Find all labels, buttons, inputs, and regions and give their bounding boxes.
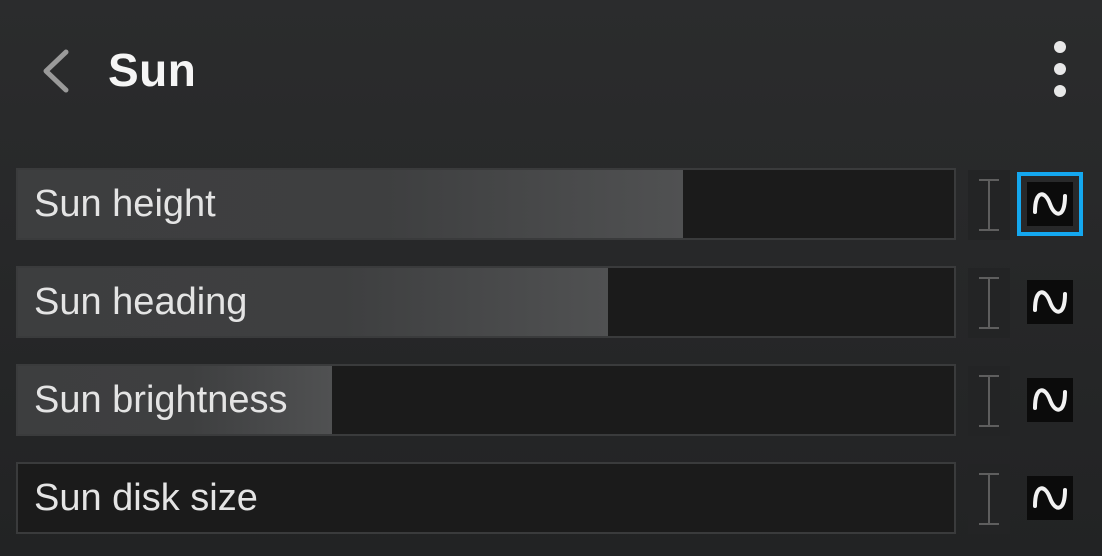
chevron-left-icon <box>43 49 69 93</box>
sine-wave-icon <box>1033 486 1067 510</box>
animate-button[interactable] <box>1027 476 1073 520</box>
panel-header: Sun <box>0 0 1102 140</box>
vertical-ellipsis-icon <box>1054 41 1066 97</box>
sine-wave-icon <box>1033 290 1067 314</box>
more-options-button[interactable] <box>1040 38 1080 102</box>
back-button[interactable] <box>34 46 80 96</box>
sine-wave-icon <box>1033 192 1067 216</box>
value-slider[interactable]: Sun height <box>16 168 956 240</box>
slider-row-sun-height: Sun height <box>0 166 1102 264</box>
value-slider[interactable]: Sun brightness <box>16 364 956 436</box>
slider-list: Sun height Sun heading Sun brightness Su… <box>0 166 1102 556</box>
value-slider[interactable]: Sun disk size <box>16 462 956 534</box>
slider-label: Sun brightness <box>34 379 288 421</box>
text-cursor-handle-icon <box>979 473 999 525</box>
drag-handle[interactable] <box>968 268 1010 338</box>
slider-row-sun-heading: Sun heading <box>0 264 1102 362</box>
text-cursor-handle-icon <box>979 277 999 329</box>
drag-handle[interactable] <box>968 170 1010 240</box>
page-title: Sun <box>108 44 197 96</box>
drag-handle[interactable] <box>968 366 1010 436</box>
drag-handle[interactable] <box>968 464 1010 534</box>
sun-panel: Sun Sun height Sun heading Sun brightnes… <box>0 0 1102 556</box>
slider-label: Sun height <box>34 183 216 225</box>
value-slider[interactable]: Sun heading <box>16 266 956 338</box>
animate-button[interactable] <box>1027 378 1073 422</box>
animate-button[interactable] <box>1017 172 1083 236</box>
slider-label: Sun heading <box>34 281 248 323</box>
slider-row-sun-brightness: Sun brightness <box>0 362 1102 460</box>
text-cursor-handle-icon <box>979 375 999 427</box>
slider-row-sun-disk-size: Sun disk size <box>0 460 1102 556</box>
slider-label: Sun disk size <box>34 477 258 519</box>
sine-wave-icon <box>1033 388 1067 412</box>
text-cursor-handle-icon <box>979 179 999 231</box>
animate-button[interactable] <box>1027 280 1073 324</box>
